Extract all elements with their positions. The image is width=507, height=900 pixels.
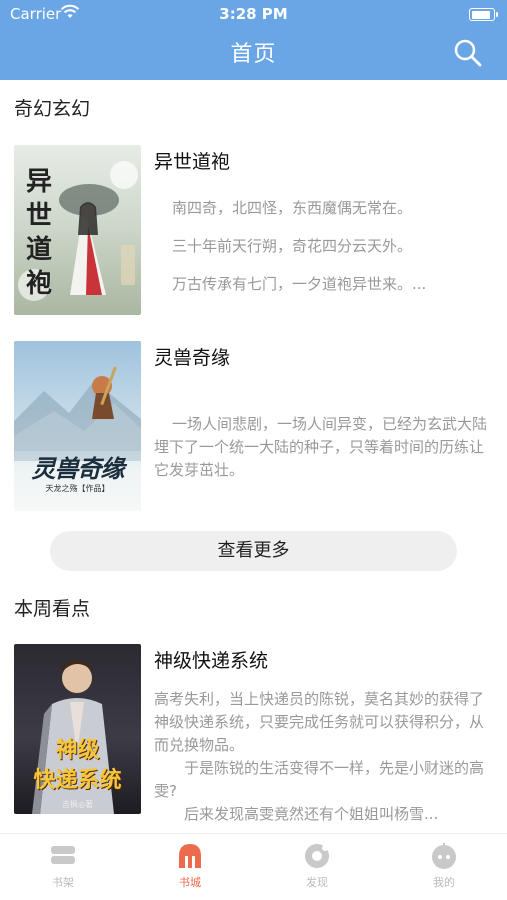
- book-cover[interactable]: 神级 快递系统 吉枫◎著: [14, 644, 141, 814]
- tab-bookstore[interactable]: 书城: [127, 834, 253, 900]
- tab-label: 书架: [52, 876, 74, 889]
- book-title[interactable]: 神级快递系统: [154, 646, 268, 673]
- cover-char: 异: [25, 167, 52, 197]
- discover-icon: [305, 844, 329, 868]
- tab-label: 书城: [179, 876, 201, 889]
- cover-char: 世: [25, 201, 52, 231]
- bottom-tab-bar: 书架 书城 发现 我的: [0, 833, 507, 900]
- book-cover[interactable]: 异 世 道 袍: [14, 145, 141, 315]
- tab-discover[interactable]: 发现: [254, 834, 380, 900]
- book-description: 南四奇，北四怪，东西魔偶无常在。 三十年前天行朔，奇花四分云天外。 万古传承有七…: [172, 189, 492, 303]
- book-cover[interactable]: 灵兽奇缘 天龙之殇【作品】: [14, 341, 141, 511]
- book-item[interactable]: 异 世 道 袍 异世道袍 南四奇，北四怪，东西魔偶无常在。 三十年前天行朔，奇花…: [0, 145, 507, 317]
- page-title: 首页: [230, 42, 277, 67]
- book-description: 高考失利，当上快递员的陈锐，莫名其妙的获得了神级快递系统，只要完成任务就可以获得…: [154, 688, 490, 826]
- description-line: 南四奇，北四怪，东西魔偶无常在。: [172, 199, 413, 217]
- book-item[interactable]: 神级 快递系统 吉枫◎著 神级快递系统 高考失利，当上快递员的陈锐，莫名其妙的获…: [0, 644, 507, 823]
- book-title[interactable]: 灵兽奇缘: [154, 343, 230, 370]
- cover-line: 神级: [55, 738, 100, 763]
- book-title[interactable]: 异世道袍: [154, 147, 230, 174]
- cover-author-text: 吉枫◎著: [62, 800, 93, 809]
- description-line: 三十年前天行朔，奇花四分云天外。: [172, 237, 413, 255]
- section-title-fantasy: 奇幻玄幻: [14, 98, 91, 120]
- cover-title-text: 异 世 道 袍: [24, 165, 54, 301]
- top-navigation-bar: Carrier 3:28 PM 首页: [0, 0, 507, 80]
- battery-icon: [469, 8, 498, 21]
- cover-char: 道: [25, 235, 52, 265]
- tab-label: 发现: [306, 876, 328, 889]
- status-time: 3:28 PM: [219, 5, 288, 23]
- bookstore-icon: [179, 844, 201, 868]
- cover-char: 袍: [25, 269, 52, 299]
- view-more-button[interactable]: 查看更多: [50, 531, 457, 571]
- cover-line: 快递系统: [33, 768, 122, 793]
- bookshelf-icon: [51, 846, 75, 864]
- description-paragraph: 于是陈锐的生活变得不一样，先是小财迷的高雯?: [154, 759, 485, 800]
- tab-bookshelf[interactable]: 书架: [0, 834, 126, 900]
- description-paragraph: 高考失利，当上快递员的陈锐，莫名其妙的获得了神级快递系统，只要完成任务就可以获得…: [154, 690, 485, 754]
- section-title-weekly: 本周看点: [14, 598, 91, 620]
- cover-author-text: 天龙之殇【作品】: [45, 484, 110, 493]
- cover-title-text: 神级 快递系统: [14, 736, 141, 796]
- search-icon[interactable]: [453, 38, 483, 68]
- cover-title-text: 灵兽奇缘: [31, 454, 125, 483]
- description-line: 万古传承有七门，一夕道袍异世来。...: [172, 275, 427, 293]
- description-paragraph: 后来发现高雯竟然还有个姐姐叫杨雪...: [184, 805, 439, 823]
- profile-icon: [432, 843, 456, 869]
- status-bar: Carrier 3:28 PM: [0, 0, 507, 28]
- book-item[interactable]: 灵兽奇缘 天龙之殇【作品】 灵兽奇缘 一场人间悲剧，一场人间异变，已经为玄武大陆…: [0, 341, 507, 513]
- book-description: 一场人间悲剧，一场人间异变，已经为玄武大陆埋下了一个统一大陆的种子，只等着时间的…: [154, 415, 488, 479]
- tab-profile[interactable]: 我的: [381, 834, 507, 900]
- tab-label: 我的: [433, 876, 455, 889]
